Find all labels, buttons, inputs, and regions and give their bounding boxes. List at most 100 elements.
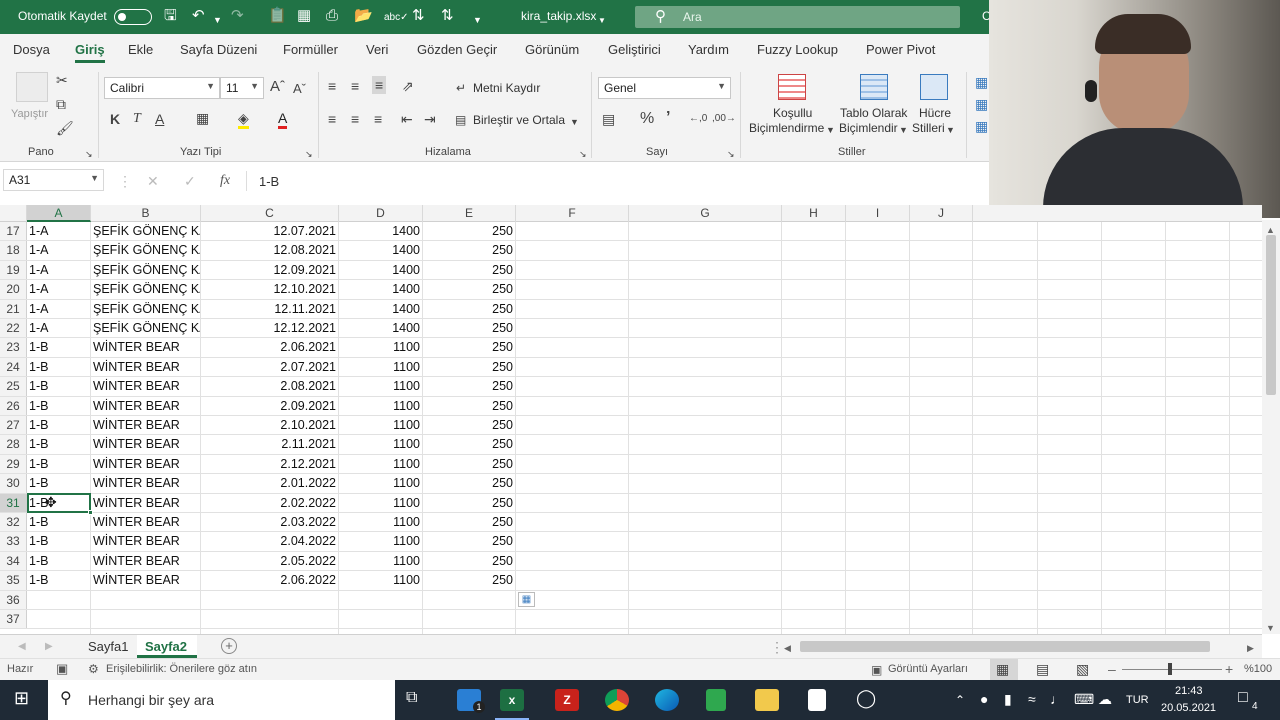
conditional-formatting-label-1[interactable]: Koşullu [773,106,812,120]
cell-b[interactable]: WİNTER BEAR [93,435,200,453]
row-header[interactable]: 17 [0,222,27,241]
cell-d[interactable]: 1100 [339,358,420,376]
cell-c[interactable]: 12.09.2021 [201,261,336,279]
row-header[interactable]: 36 [0,590,27,609]
task-view-icon[interactable]: ⧉ [406,690,417,706]
cell-a[interactable]: 1-B [29,338,89,356]
cell-a[interactable]: 1-B [29,552,89,570]
tab-home[interactable]: Giriş [75,42,105,63]
zoom-level[interactable]: %100 [1244,663,1272,675]
row-header[interactable]: 29 [0,454,27,474]
add-sheet-icon[interactable]: + [221,638,237,654]
cell-e[interactable]: 250 [423,513,513,531]
cell-c[interactable]: 12.12.2021 [201,319,336,337]
cell-b[interactable]: WİNTER BEAR [93,532,200,550]
sheet-tab-sayfa1[interactable]: Sayfa1 [88,639,128,654]
font-launcher-icon[interactable]: ↘ [305,146,313,162]
cell-e[interactable]: 250 [423,494,513,512]
comma-style-icon[interactable]: ’ [666,110,670,126]
cell-a[interactable]: 1-B [29,377,89,395]
cell-a[interactable]: 1-B [29,571,89,589]
column-header-d[interactable]: D [339,205,423,222]
cell-c[interactable]: 12.10.2021 [201,280,336,298]
cell-b[interactable]: ŞEFİK GÖNENÇ KA [93,319,200,337]
chevron-down-icon[interactable]: ▼ [826,122,835,138]
tab-view[interactable]: Görünüm [525,42,579,57]
scroll-right-icon[interactable]: ▶ [1247,640,1254,656]
formula-input[interactable]: 1-B [259,174,279,189]
cell-b[interactable]: WİNTER BEAR [93,377,200,395]
cell-d[interactable]: 1100 [339,494,420,512]
cell-c[interactable]: 2.02.2022 [201,494,336,512]
insert-cells-icon[interactable]: ▦ [975,74,988,90]
column-header-c[interactable]: C [201,205,339,222]
chevron-down-icon[interactable]: ▼ [570,114,579,130]
cell-a[interactable]: 1-A [29,280,89,298]
column-header-i[interactable]: I [846,205,910,222]
merge-center-button[interactable]: Birleştir ve Ortala [473,113,565,127]
zoom-slider-thumb[interactable] [1168,663,1172,675]
row-header[interactable]: 23 [0,338,27,357]
cell-b[interactable]: WİNTER BEAR [93,397,200,415]
format-as-table-label-2[interactable]: Biçimlendir [839,121,898,135]
cell-b[interactable] [93,591,200,609]
obs-app-icon[interactable]: ◯ [856,689,876,707]
cell-a[interactable]: 1-B [29,397,89,415]
cell-b[interactable]: WİNTER BEAR [93,338,200,356]
paste-label[interactable]: Yapıştır [11,108,48,120]
align-middle-icon[interactable]: ≡ [351,78,359,94]
cell-d[interactable]: 1100 [339,513,420,531]
align-left-icon[interactable]: ≡ [328,111,336,127]
excel-app-icon[interactable]: x [500,689,524,711]
cell-e[interactable]: 250 [423,319,513,337]
active-cell-selection[interactable] [27,493,91,513]
chevron-down-icon[interactable]: ▼ [946,122,955,138]
display-settings-button[interactable]: Görüntü Ayarları [888,663,968,675]
cell-a[interactable]: 1-B [29,358,89,376]
cell-e[interactable]: 250 [423,552,513,570]
cell-e[interactable]: 250 [423,455,513,473]
cell-c[interactable]: 2.10.2021 [201,416,336,434]
windows-start-icon[interactable]: ⊞ [14,689,29,707]
row-header[interactable]: 31 [0,493,27,512]
cell-a[interactable]: 1-B [29,532,89,550]
fill-color-icon[interactable]: ◈ [238,110,249,129]
row-header[interactable]: 34 [0,551,27,571]
decrease-font-icon[interactable]: Aˇ [293,81,306,97]
underline-icon[interactable]: A [155,111,164,127]
microphone-icon[interactable]: ● [980,691,988,707]
cell-styles-label-1[interactable]: Hücre [919,106,951,120]
tab-insert[interactable]: Ekle [128,42,153,57]
cell-b[interactable]: ŞEFİK GÖNENÇ KA [93,261,200,279]
format-cells-icon[interactable]: ▦ [975,118,988,134]
file-explorer-icon[interactable] [755,689,779,711]
cell-c[interactable]: 2.04.2022 [201,532,336,550]
name-box[interactable]: A31 ▼ [3,169,104,191]
cell-c[interactable] [201,610,336,628]
cell-d[interactable]: 1400 [339,319,420,337]
undo-icon[interactable]: ↶ [192,8,205,24]
increase-indent-icon[interactable]: ⇥ [424,111,436,127]
wrap-text-icon[interactable]: ↵ [456,80,466,96]
cell-c[interactable]: 2.03.2022 [201,513,336,531]
next-sheet-icon[interactable]: ▶ [45,639,53,655]
tab-page-layout[interactable]: Sayfa Düzeni [180,42,257,57]
row-header[interactable]: 37 [0,610,27,629]
filezilla-app-icon[interactable]: Z [555,689,579,711]
cell-c[interactable]: 12.11.2021 [201,300,336,318]
delete-cells-icon[interactable]: ▦ [975,96,988,112]
tab-developer[interactable]: Geliştirici [608,42,661,57]
row-header[interactable]: 28 [0,435,27,454]
display-settings-icon[interactable]: ▣ [871,662,882,678]
zoom-out-icon[interactable]: – [1108,661,1116,677]
format-painter-icon[interactable]: 🖌 [56,120,74,136]
row-header[interactable]: 35 [0,571,27,590]
tab-power-pivot[interactable]: Power Pivot [866,42,935,57]
cell-c[interactable]: 2.07.2021 [201,358,336,376]
cell-e[interactable]: 250 [423,222,513,240]
paste-icon[interactable] [16,72,48,102]
wifi-icon[interactable]: ≈ [1028,691,1036,707]
sheet-tab-sayfa2[interactable]: Sayfa2 [145,639,187,654]
increase-decimal-icon[interactable]: ←,0 [689,111,707,127]
select-all-corner[interactable] [0,205,27,222]
